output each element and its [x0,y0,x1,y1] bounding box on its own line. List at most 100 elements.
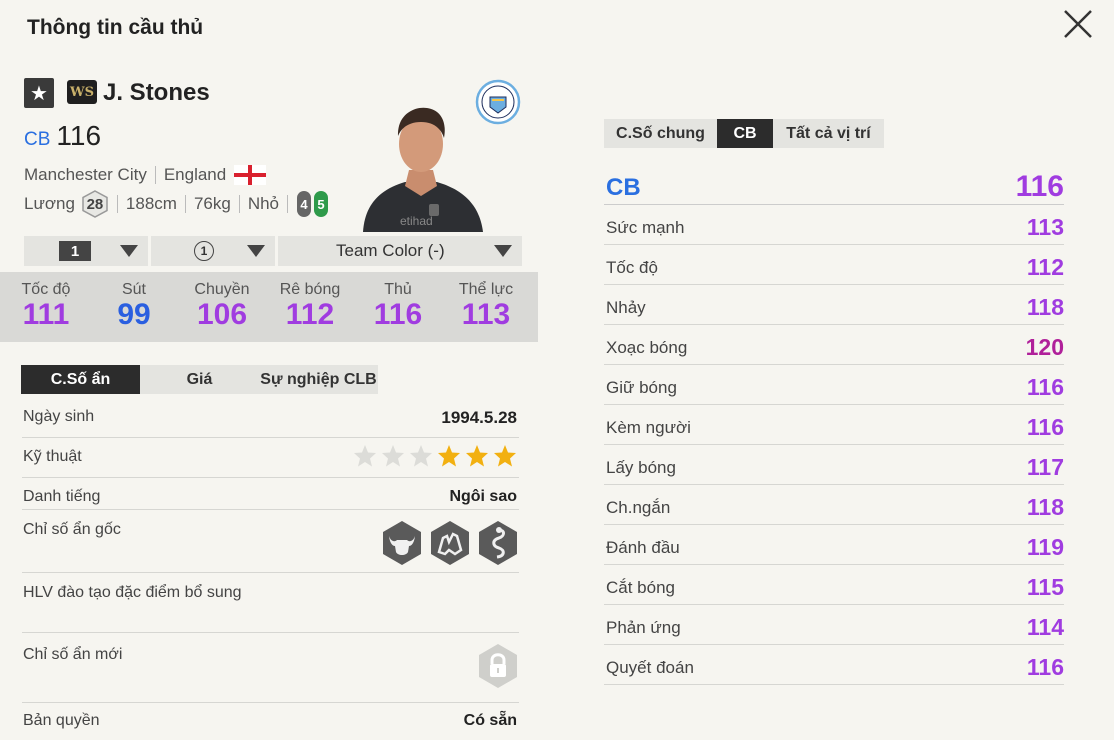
stat-label: Lấy bóng [606,458,676,477]
tab-all-positions[interactable]: Tất cả vị trí [773,119,884,148]
license-value: Có sẵn [463,712,517,729]
birth-value: 1994.5.28 [441,408,517,427]
main-stat: Sút 99 [117,281,151,331]
main-stat: Tốc độ 111 [21,281,71,331]
chevron-down-icon [247,245,265,257]
main-stat: Thể lực 113 [458,281,514,331]
stat-value: 116 [1026,414,1064,440]
stat-value: 113 [1026,214,1064,240]
stat-row: Ch.ngắn 118 [604,485,1064,525]
weight: 76kg [193,194,231,213]
salary-badge: 28 [81,190,109,218]
club-line: Manchester City England [24,165,267,185]
stat-row: Quyết đoán 116 [604,645,1064,685]
stat-label: Xoạc bóng [606,338,688,357]
position-ovr: CB 116 [24,120,101,152]
coach-label: HLV đào tạo đặc điểm bổ sung [23,584,242,601]
team-color-dropdown[interactable]: Team Color (-) [278,236,522,266]
stat-value: 116 [1026,374,1064,400]
skill-label: Kỹ thuật [23,448,82,465]
stat-row: Đánh đầu 119 [604,525,1064,565]
birth-label: Ngày sinh [23,408,95,425]
tab-hidden-stats[interactable]: C.Số ẩn [21,365,140,394]
tab-price[interactable]: Giá [140,365,259,394]
stat-value: 114 [1026,614,1064,640]
stat-row: Cắt bóng 115 [604,565,1064,605]
stat-value: 119 [1026,534,1064,560]
star-filled-icon [466,445,488,467]
stat-row: Sức mạnh 113 [604,205,1064,245]
player-ovr: 116 [56,120,102,151]
main-stat: Chuyền 106 [194,281,250,331]
license-row: Bản quyền Có sẵn [22,703,519,740]
manchester-city-logo-icon [475,79,521,125]
info-line: Lương 28 188cm 76kg Nhỏ 4 5 [24,190,328,218]
stat-row: Giữ bóng 116 [604,365,1064,405]
coach-row: HLV đào tạo đặc điểm bổ sung [22,573,519,633]
stat-row: Xoạc bóng 120 [604,325,1064,365]
star-icon[interactable]: ★ [24,78,54,108]
close-button[interactable] [1062,8,1094,40]
position-ovr: 116 [1015,170,1064,203]
stat-value: 120 [1025,334,1064,360]
skill-stars [353,444,517,468]
player-photo: etihad [363,107,483,232]
trait-icons [381,520,519,566]
star-empty-icon [382,445,404,467]
stat-value: 116 [1026,654,1064,680]
club-name: Manchester City [24,165,147,184]
season-badge: WS [67,80,97,104]
page-title: Thông tin cầu thủ [27,16,204,39]
new-traits-row: Chỉ số ẩn mới [22,633,519,703]
close-icon [1064,10,1092,38]
position-label: CB [606,174,641,201]
team-ovr-value: 1 [194,241,214,261]
traits-label: Chỉ số ẩn gốc [23,521,121,538]
level-dropdown[interactable]: 1 [24,236,148,266]
strong-foot-badge: 5 [314,191,328,217]
stat-value: 117 [1026,454,1064,480]
hands-icon[interactable] [429,520,471,566]
stat-row: Lấy bóng 117 [604,445,1064,485]
traits-row: Chỉ số ẩn gốc [22,510,519,573]
tab-cb[interactable]: CB [717,119,773,148]
stat-label: Quyết đoán [606,658,694,677]
stat-label: Sức mạnh [606,218,685,237]
player-position: CB [24,129,51,150]
main-stats: Tốc độ 111 Sút 99 Chuyền 106 Rê bóng 112… [0,272,538,342]
main-stat: Thủ 116 [373,281,423,331]
stat-value: 118 [1026,494,1064,520]
star-filled-icon [438,445,460,467]
detail-tabs: C.Số ẩn Giá Sự nghiệp CLB [21,365,378,394]
snake-icon[interactable] [477,520,519,566]
stat-row: Phản ứng 114 [604,605,1064,645]
stat-value: 118 [1026,294,1064,320]
body-type: Nhỏ [247,194,279,213]
fame-row: Danh tiếng Ngôi sao [22,478,519,510]
tab-club-career[interactable]: Sự nghiệp CLB [259,365,378,394]
stat-value: 115 [1026,574,1064,600]
stat-label: Cắt bóng [606,578,675,597]
stat-label: Đánh đầu [606,538,680,557]
tab-general-stats[interactable]: C.Số chung [604,119,717,148]
chevron-down-icon [120,245,138,257]
lock-icon[interactable] [477,643,519,689]
position-ovr-row: CB 116 [604,170,1064,205]
bull-icon[interactable] [381,520,423,566]
stat-row: Tốc độ 112 [604,245,1064,285]
stat-label: Ch.ngắn [606,498,671,517]
birth-row: Ngày sinh 1994.5.28 [22,400,519,438]
license-label: Bản quyền [23,712,100,729]
star-empty-icon [354,445,376,467]
weak-foot-badge: 4 [297,191,311,217]
stat-label: Tốc độ [606,258,658,277]
salary-label: Lương [24,194,75,213]
stat-value: 112 [1026,254,1064,280]
stat-label: Phản ứng [606,618,681,637]
fame-value: Ngôi sao [449,488,517,505]
skill-row: Kỹ thuật [22,438,519,478]
team-ovr-dropdown[interactable]: 1 [151,236,275,266]
stat-row: Nhảy 118 [604,285,1064,325]
team-color-value: Team Color (-) [336,241,445,260]
nation-name: England [163,165,227,184]
